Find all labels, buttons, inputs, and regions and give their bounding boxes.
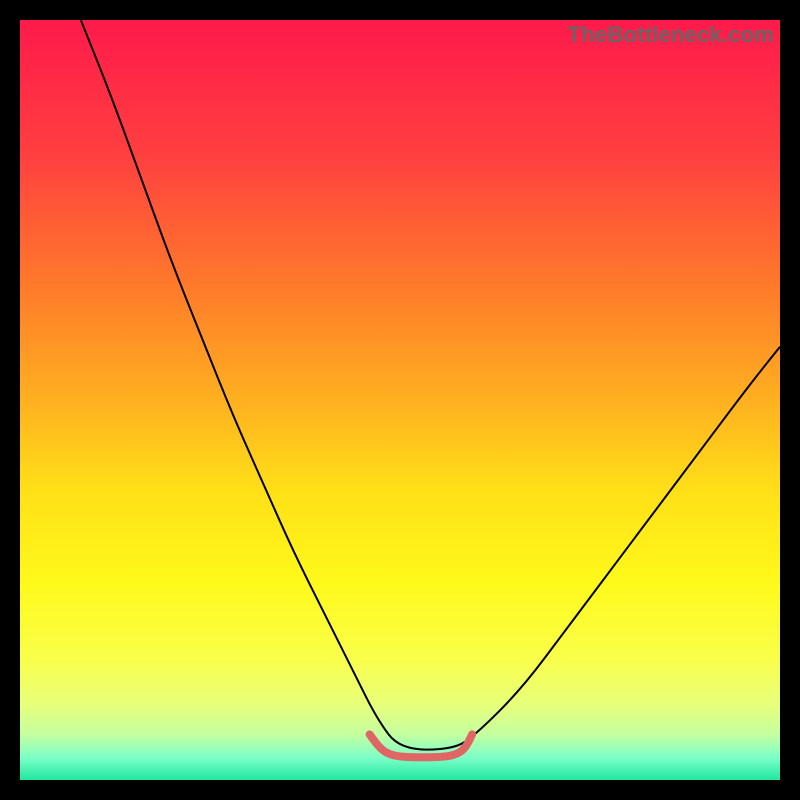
chart-svg	[20, 20, 780, 780]
background-gradient	[20, 20, 780, 780]
plot-area: TheBottleneck.com	[20, 20, 780, 780]
chart-frame: TheBottleneck.com	[0, 0, 800, 800]
watermark-text: TheBottleneck.com	[568, 22, 774, 48]
